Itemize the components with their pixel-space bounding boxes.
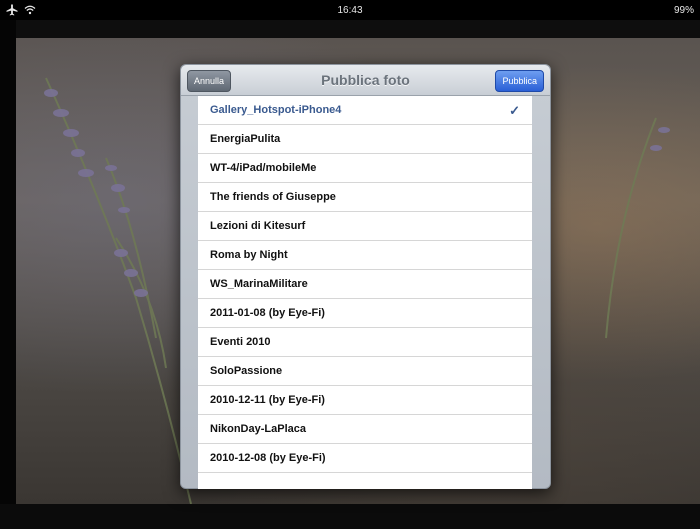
gallery-name: 2011-01-08 (by Eye-Fi): [210, 307, 325, 319]
gallery-list-item[interactable]: 2010-12-11 (by Eye-Fi): [198, 386, 532, 415]
gallery-list-item[interactable]: Eventi 2010: [198, 328, 532, 357]
battery-percentage: 99%: [673, 4, 694, 16]
gallery-list-item[interactable]: SoloPassione: [198, 357, 532, 386]
gallery-name: WS_MarinaMilitare: [210, 278, 308, 290]
gallery-name: EnergiaPulita: [210, 133, 281, 145]
status-time: 16:43: [337, 4, 363, 16]
popover-header: Annulla Pubblica foto Pubblica: [181, 65, 550, 96]
checkmark-icon: ✓: [509, 103, 520, 118]
status-bar-left: [6, 4, 36, 16]
gallery-name: 2010-12-11 (by Eye-Fi): [210, 394, 325, 406]
gallery-list-item[interactable]: Roma by Night: [198, 241, 532, 270]
gallery-name: The friends of Giuseppe: [210, 191, 336, 203]
gallery-name: Roma by Night: [210, 249, 288, 261]
airplane-icon: [6, 4, 18, 16]
gallery-list-item[interactable]: EnergiaPulita: [198, 125, 532, 154]
gallery-list-item[interactable]: 2011-01-08 (by Eye-Fi): [198, 299, 532, 328]
status-bar: 16:43 99%: [0, 0, 700, 20]
gallery-name: SoloPassione: [210, 365, 283, 377]
bottom-bar: [0, 504, 700, 529]
left-edge: [0, 20, 16, 504]
wifi-icon: [24, 5, 36, 15]
gallery-list-item[interactable]: The friends of Giuseppe: [198, 183, 532, 212]
gallery-list-item[interactable]: WT-4/iPad/mobileMe: [198, 154, 532, 183]
gallery-list-item[interactable]: WS_MarinaMilitare: [198, 270, 532, 299]
gallery-name: WT-4/iPad/mobileMe: [210, 162, 317, 174]
gallery-list-item[interactable]: Lezioni di Kitesurf: [198, 212, 532, 241]
publish-button[interactable]: Pubblica: [495, 70, 544, 92]
gallery-list[interactable]: Gallery_Hotspot-iPhone4 ✓ EnergiaPulita …: [198, 96, 532, 489]
gallery-list-item[interactable]: Gallery_Hotspot-iPhone4 ✓: [198, 96, 532, 125]
gallery-name: Eventi 2010: [210, 336, 271, 348]
gallery-list-item[interactable]: NikonDay-LaPlaca: [198, 415, 532, 444]
gallery-name: 2010-12-08 (by Eye-Fi): [210, 452, 326, 464]
gallery-name: Lezioni di Kitesurf: [210, 220, 306, 232]
publish-photo-popover: Annulla Pubblica foto Pubblica Gallery_H…: [180, 64, 551, 489]
gallery-name: NikonDay-LaPlaca: [210, 423, 306, 435]
gallery-name: Gallery_Hotspot-iPhone4: [210, 104, 342, 116]
gallery-list-item[interactable]: 2010-12-08 (by Eye-Fi): [198, 444, 532, 473]
